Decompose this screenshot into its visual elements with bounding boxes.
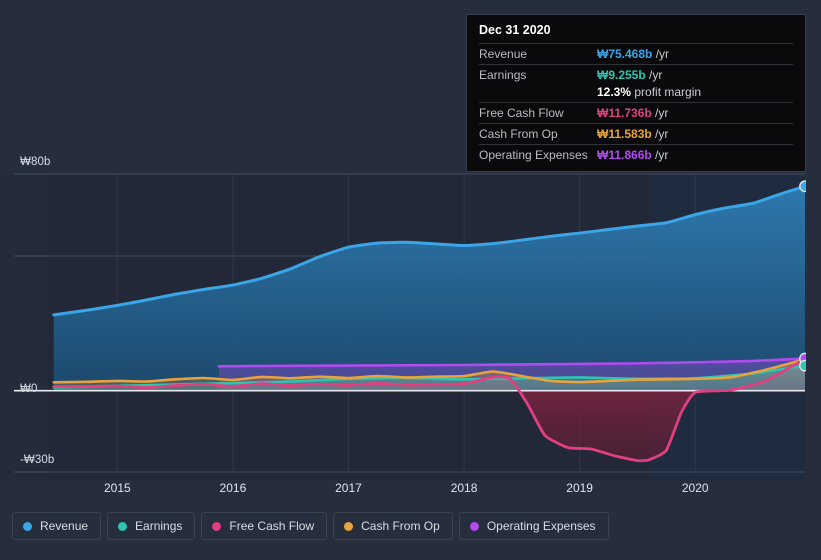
tooltip-date: Dec 31 2020	[479, 23, 551, 37]
tooltip-unit-revenue: /yr	[655, 47, 670, 61]
legend-item-earnings[interactable]: Earnings	[107, 512, 196, 540]
tooltip-unit-operating-expenses: /yr	[655, 148, 669, 162]
chart-legend: Revenue Earnings Free Cash Flow Cash Fro…	[12, 512, 609, 540]
tooltip-label-earnings: Earnings	[479, 68, 527, 82]
legend-label-cash-from-op: Cash From Op	[361, 519, 440, 533]
legend-dot-earnings	[118, 521, 128, 531]
tooltip-row-profit-margin: 12.3% profit margin	[479, 85, 793, 102]
tooltip-label-cash-from-op: Cash From Op	[479, 127, 558, 141]
y-axis-label-neg30b: -₩30b	[20, 454, 55, 466]
tooltip-value-revenue: ₩75.468b	[597, 47, 653, 61]
legend-label-free-cash-flow: Free Cash Flow	[229, 519, 315, 533]
legend-dot-operating-expenses	[469, 521, 479, 531]
tooltip-row-earnings: Earnings ₩9.255b /yr	[479, 64, 793, 85]
legend-item-revenue[interactable]: Revenue	[12, 512, 102, 540]
tooltip-unit-free-cash-flow: /yr	[655, 106, 669, 120]
legend-dot-revenue	[23, 521, 32, 531]
tooltip-label-free-cash-flow: Free Cash Flow	[479, 106, 564, 120]
tooltip-label-revenue: Revenue	[479, 47, 528, 61]
tooltip-row-cash-from-op: Cash From Op ₩11.583b /yr	[479, 123, 793, 144]
legend-label-earnings: Earnings	[135, 519, 183, 533]
chart-tooltip: Dec 31 2020 Revenue ₩75.468b /yr Earning…	[466, 14, 806, 172]
tooltip-value-profit-margin: 12.3%	[597, 85, 632, 99]
x-axis-label-2018: 2018	[450, 481, 478, 495]
x-axis-label-2016: 2016	[219, 481, 247, 495]
legend-dot-free-cash-flow	[212, 521, 222, 531]
tooltip-row-operating-expenses: Operating Expenses ₩11.866b /yr	[479, 144, 793, 165]
legend-item-cash-from-op[interactable]: Cash From Op	[333, 512, 453, 540]
x-axis-label-2015: 2015	[103, 481, 131, 495]
tooltip-value-cash-from-op: ₩11.583b	[597, 127, 652, 141]
tooltip-unit-profit-margin: profit margin	[634, 85, 702, 99]
y-axis-label-0: ₩0	[20, 382, 38, 395]
tooltip-value-earnings: ₩9.255b	[597, 68, 646, 82]
legend-item-operating-expenses[interactable]: Operating Expenses	[458, 512, 609, 540]
legend-label-revenue: Revenue	[40, 519, 89, 533]
legend-dot-cash-from-op	[344, 521, 354, 531]
tooltip-label-operating-expenses: Operating Expenses	[479, 148, 588, 162]
right-gutter	[806, 0, 821, 500]
tooltip-value-operating-expenses: ₩11.866b	[597, 148, 652, 162]
tooltip-unit-cash-from-op: /yr	[655, 127, 669, 141]
tooltip-value-free-cash-flow: ₩11.736b	[597, 106, 652, 120]
legend-item-free-cash-flow[interactable]: Free Cash Flow	[201, 512, 328, 540]
y-axis-label-80b: ₩80b	[20, 156, 51, 168]
x-axis-label-2019: 2019	[566, 481, 593, 495]
x-axis-label-2020: 2020	[681, 481, 709, 495]
tooltip-unit-earnings: /yr	[649, 68, 663, 82]
x-axis-label-2017: 2017	[335, 481, 362, 495]
tooltip-row-free-cash-flow: Free Cash Flow ₩11.736b /yr	[479, 102, 793, 123]
chart-root: ₩80b ₩0 -₩30b 2015 2016 2017 2018 2019 2…	[0, 0, 821, 560]
legend-label-operating-expenses: Operating Expenses	[486, 519, 596, 533]
tooltip-row-revenue: Revenue ₩75.468b /yr	[479, 43, 793, 64]
